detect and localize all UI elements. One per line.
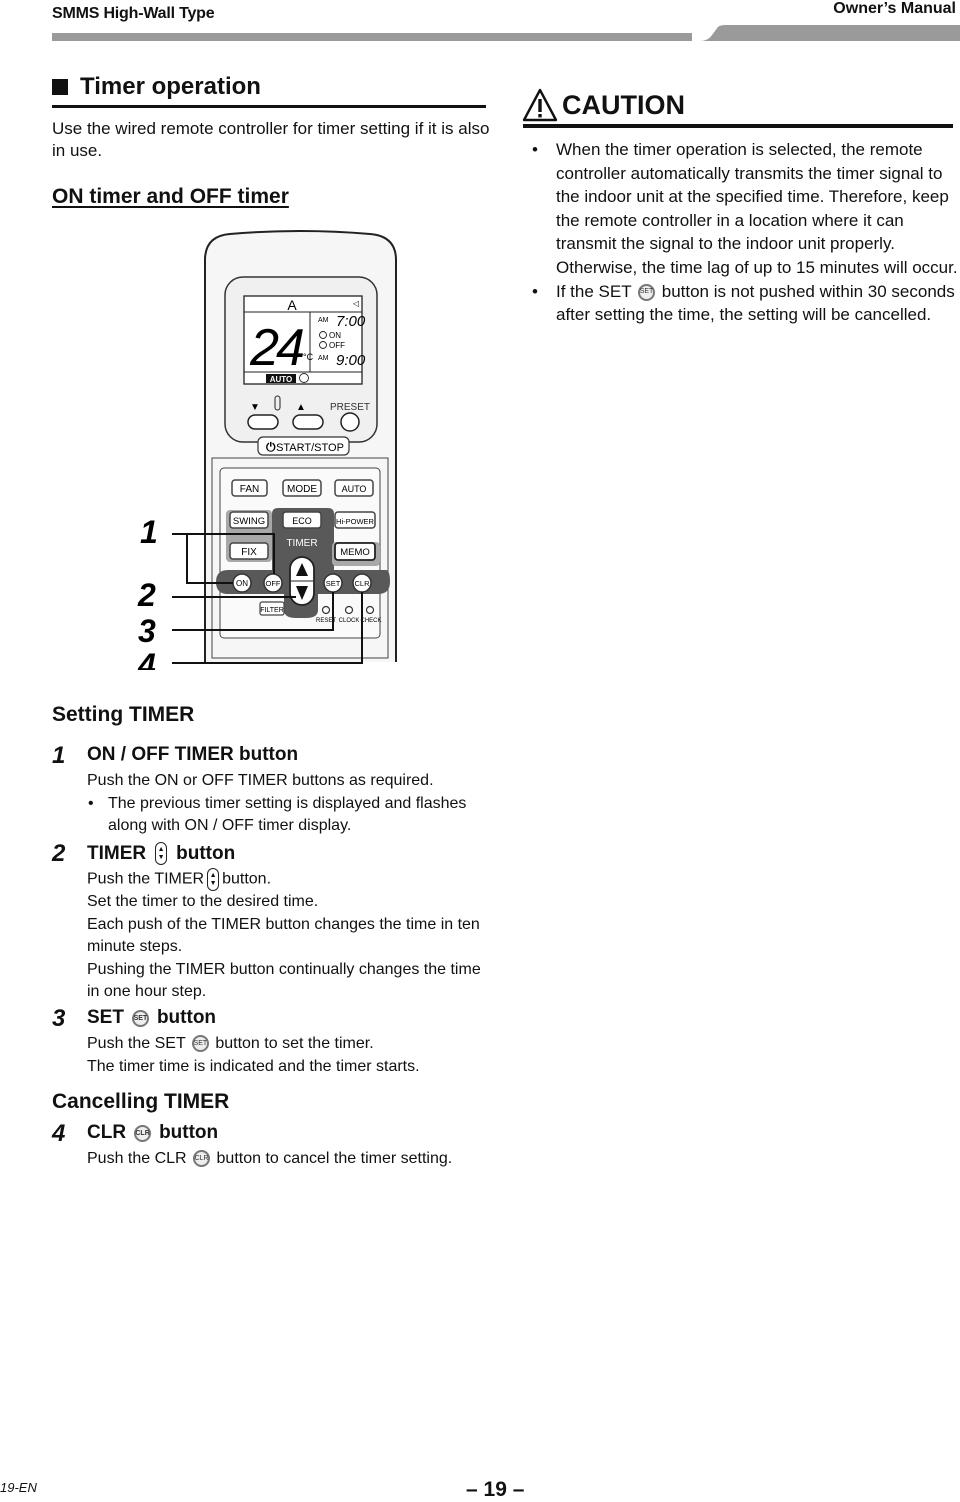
temp-down-label: ▼ <box>250 402 260 413</box>
document-code: 19-EN <box>0 1480 37 1495</box>
step-title: CLR CLR button <box>87 1122 219 1143</box>
clr-button-icon: CLR <box>193 1150 211 1168</box>
signal-icon: ◁ <box>353 299 360 308</box>
svg-text:SWING: SWING <box>233 516 265 527</box>
svg-text:CLR: CLR <box>354 579 370 588</box>
preset-button[interactable] <box>340 412 360 432</box>
set-button-icon: SET <box>638 283 656 301</box>
step-3: 3 SET SET button Push the SET SET button… <box>52 1005 492 1085</box>
step-bullet: The previous timer setting is displayed … <box>87 793 497 838</box>
svg-text:FIX: FIX <box>241 547 257 558</box>
step-body: Push the SET SET button to set the timer… <box>87 1035 420 1075</box>
step-4: 4 CLR CLR button Push the CLR CLR button… <box>52 1120 492 1180</box>
set-button-icon: SET <box>131 1009 149 1027</box>
lcd-mode: A <box>287 297 297 313</box>
callout-2: 2 <box>137 577 156 613</box>
section-rule <box>52 105 486 108</box>
step-title: ON / OFF TIMER button <box>87 744 299 765</box>
svg-text:CHECK: CHECK <box>360 618 381 624</box>
timer-up-down-icon: ▲ ▼ <box>207 868 220 891</box>
callout-4: 4 <box>137 647 156 670</box>
callout-1: 1 <box>140 514 158 550</box>
callout-3: 3 <box>138 613 156 649</box>
svg-text:ON: ON <box>236 579 248 588</box>
intro-text: Use the wired remote controller for time… <box>52 119 490 160</box>
power-icon: ⏻ <box>266 440 276 454</box>
check-button[interactable] <box>365 605 375 615</box>
step-body: Push the CLR CLR button to cancel the ti… <box>87 1150 453 1168</box>
step-1: 1 ON / OFF TIMER button Push the ON or O… <box>52 742 492 842</box>
manual-label: Owner’s Manual <box>833 0 956 17</box>
svg-text:ECO: ECO <box>292 516 312 526</box>
set-button-icon: SET <box>191 1035 209 1053</box>
svg-text:MODE: MODE <box>287 484 317 495</box>
step-body: Push the ON or OFF TIMER buttons as requ… <box>87 770 497 838</box>
remote-controller-illustration: A ◁ 24 °C AM 7:00 ON OFF AM 9:00 AUTO ▼ … <box>137 230 397 670</box>
lcd-fan-mode: AUTO <box>270 375 293 384</box>
caution-item: If the SET SET button is not pushed with… <box>530 280 958 327</box>
lcd-temp-unit: °C <box>303 352 314 362</box>
svg-text:SET: SET <box>326 579 341 588</box>
caution-item: When the timer operation is selected, th… <box>530 138 958 280</box>
caution-header: CAUTION <box>522 88 685 122</box>
header-rule-accent <box>690 25 960 41</box>
header-rule <box>52 33 692 41</box>
svg-text:CLOCK: CLOCK <box>339 618 360 624</box>
square-bullet-icon <box>52 79 68 95</box>
temp-down-button[interactable] <box>247 414 279 430</box>
warning-triangle-icon <box>522 88 558 122</box>
lcd-off-label: OFF <box>329 341 345 350</box>
step-title: SET SET button <box>87 1007 217 1028</box>
lcd-off-time: 9:00 <box>336 352 366 369</box>
cancelling-timer-heading: Cancelling TIMER <box>52 1090 230 1113</box>
svg-text:AUTO: AUTO <box>342 484 367 494</box>
svg-text:FILTER: FILTER <box>260 607 284 614</box>
step-number: 1 <box>52 742 66 769</box>
lcd-on-label: ON <box>329 331 341 340</box>
caution-rule <box>523 124 953 128</box>
caution-title: CAUTION <box>562 89 685 120</box>
preset-label: PRESET <box>330 402 370 413</box>
step-number: 3 <box>52 1005 66 1032</box>
page-number: – 19 – <box>466 1478 525 1501</box>
svg-text:OFF: OFF <box>266 579 281 588</box>
clr-button-icon: CLR <box>134 1124 152 1142</box>
step-2: 2 TIMER ▲ ▼ button Push the TIMER ▲ ▼ button… <box>52 840 492 1010</box>
reset-button[interactable] <box>321 605 331 615</box>
step-title: TIMER ▲ ▼ button <box>87 842 236 865</box>
temp-up-button[interactable] <box>292 414 324 430</box>
setting-timer-heading: Setting TIMER <box>52 703 195 726</box>
step-body: Push the TIMER ▲ ▼ button. Set the timer to… <box>87 868 497 1004</box>
subsection-title: ON timer and OFF timer <box>52 185 289 208</box>
step-number: 2 <box>52 840 66 867</box>
svg-text:Hi-POWER: Hi-POWER <box>336 517 374 526</box>
section-title: Timer operation <box>52 73 261 101</box>
svg-text:MEMO: MEMO <box>340 547 370 558</box>
temp-up-label: ▲ <box>296 402 306 413</box>
lcd-temperature: 24 <box>249 319 303 377</box>
step-number: 4 <box>52 1120 66 1147</box>
section-title-text: Timer operation <box>80 73 261 100</box>
lcd-off-ampm: AM <box>318 355 329 362</box>
timer-up-down-icon: ▲ ▼ <box>155 842 168 865</box>
lcd-on-time: 7:00 <box>336 313 366 330</box>
svg-text:FAN: FAN <box>240 484 259 495</box>
document-title: SMMS High-Wall Type <box>52 5 215 22</box>
caution-list: When the timer operation is selected, th… <box>530 138 958 327</box>
lcd-on-ampm: AM <box>318 317 329 324</box>
start-stop-label: START/STOP <box>276 442 344 454</box>
timer-label: TIMER <box>286 538 317 549</box>
clock-button[interactable] <box>344 605 354 615</box>
